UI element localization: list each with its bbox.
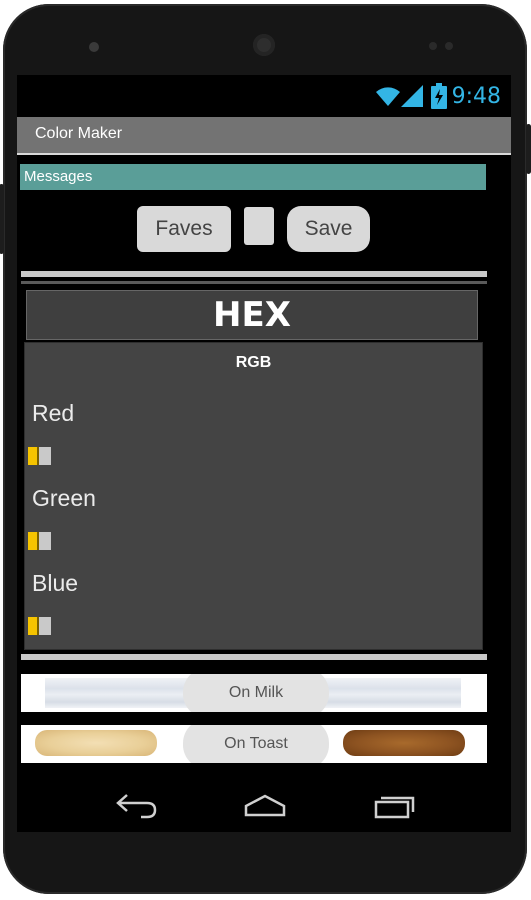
- app-title: Color Maker: [35, 125, 123, 142]
- status-time: 9:48: [451, 84, 501, 109]
- front-camera: [253, 34, 275, 56]
- rgb-label: RGB: [235, 354, 272, 371]
- battery-icon: [431, 83, 447, 109]
- sensor-dot: [429, 42, 437, 50]
- rgb-panel: RGB Red Green Blue: [24, 342, 483, 650]
- red-slider-thumb[interactable]: [28, 447, 51, 465]
- color-swatch[interactable]: [244, 207, 274, 245]
- hex-display: HEX: [26, 290, 478, 340]
- signal-icon: [401, 85, 423, 107]
- blue-label: Blue: [32, 570, 79, 596]
- recent-apps-icon[interactable]: [373, 792, 417, 820]
- proximity-sensor: [89, 42, 99, 52]
- wifi-icon: [376, 87, 400, 106]
- back-icon[interactable]: [115, 792, 159, 820]
- divider: [21, 271, 487, 277]
- milk-preview: On Milk: [21, 674, 487, 712]
- divider: [21, 654, 487, 660]
- status-bar: 9:48: [17, 75, 511, 117]
- sensor-dot: [445, 42, 453, 50]
- green-slider-thumb[interactable]: [28, 532, 51, 550]
- title-bar: Color Maker: [17, 117, 511, 155]
- home-icon[interactable]: [243, 792, 287, 820]
- screen: 9:48 Color Maker Messages Faves Save HEX…: [17, 75, 511, 832]
- divider: [21, 281, 487, 284]
- toast-image-dark: [343, 730, 465, 756]
- red-label: Red: [32, 400, 75, 426]
- power-button: [0, 184, 4, 254]
- toast-preview: On Toast: [21, 725, 487, 763]
- messages-label: Messages: [20, 164, 486, 190]
- green-label: Green: [32, 485, 96, 511]
- volume-button: [526, 124, 531, 174]
- on-toast-button[interactable]: On Toast: [183, 725, 329, 763]
- phone-frame: 9:48 Color Maker Messages Faves Save HEX…: [0, 4, 531, 894]
- save-button[interactable]: Save: [287, 206, 370, 252]
- navigation-bar: [17, 780, 511, 832]
- blue-slider-thumb[interactable]: [28, 617, 51, 635]
- faves-button[interactable]: Faves: [137, 206, 231, 252]
- toast-image-light: [35, 730, 157, 756]
- on-milk-button[interactable]: On Milk: [183, 674, 329, 712]
